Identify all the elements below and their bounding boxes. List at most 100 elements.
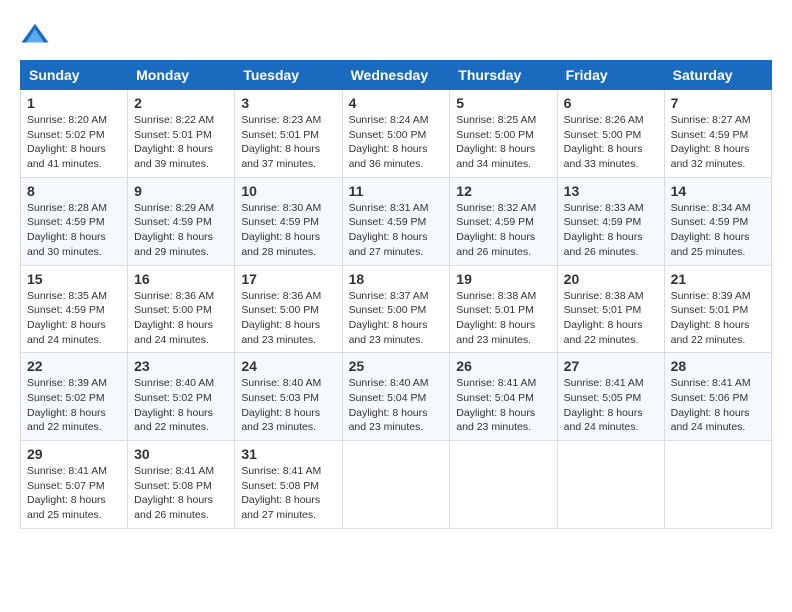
calendar-cell: 7 Sunrise: 8:27 AMSunset: 4:59 PMDayligh… [664, 90, 771, 178]
calendar-cell: 10 Sunrise: 8:30 AMSunset: 4:59 PMDaylig… [235, 177, 342, 265]
header [20, 20, 772, 50]
day-info: Sunrise: 8:29 AMSunset: 4:59 PMDaylight:… [134, 201, 228, 260]
day-number: 18 [349, 271, 444, 287]
calendar-cell: 12 Sunrise: 8:32 AMSunset: 4:59 PMDaylig… [450, 177, 557, 265]
day-info: Sunrise: 8:41 AMSunset: 5:08 PMDaylight:… [241, 464, 335, 523]
calendar-cell: 17 Sunrise: 8:36 AMSunset: 5:00 PMDaylig… [235, 265, 342, 353]
day-number: 7 [671, 95, 765, 111]
calendar-cell: 25 Sunrise: 8:40 AMSunset: 5:04 PMDaylig… [342, 353, 450, 441]
day-info: Sunrise: 8:41 AMSunset: 5:04 PMDaylight:… [456, 376, 550, 435]
calendar-cell: 31 Sunrise: 8:41 AMSunset: 5:08 PMDaylig… [235, 441, 342, 529]
calendar-cell: 22 Sunrise: 8:39 AMSunset: 5:02 PMDaylig… [21, 353, 128, 441]
calendar-cell: 6 Sunrise: 8:26 AMSunset: 5:00 PMDayligh… [557, 90, 664, 178]
day-header-sunday: Sunday [21, 61, 128, 90]
day-info: Sunrise: 8:39 AMSunset: 5:02 PMDaylight:… [27, 376, 121, 435]
day-number: 26 [456, 358, 550, 374]
calendar-week-row: 8 Sunrise: 8:28 AMSunset: 4:59 PMDayligh… [21, 177, 772, 265]
day-header-thursday: Thursday [450, 61, 557, 90]
day-info: Sunrise: 8:40 AMSunset: 5:04 PMDaylight:… [349, 376, 444, 435]
day-number: 2 [134, 95, 228, 111]
day-info: Sunrise: 8:36 AMSunset: 5:00 PMDaylight:… [241, 289, 335, 348]
calendar-cell [450, 441, 557, 529]
day-number: 29 [27, 446, 121, 462]
day-info: Sunrise: 8:41 AMSunset: 5:08 PMDaylight:… [134, 464, 228, 523]
calendar-week-row: 15 Sunrise: 8:35 AMSunset: 4:59 PMDaylig… [21, 265, 772, 353]
day-header-tuesday: Tuesday [235, 61, 342, 90]
logo [20, 20, 54, 50]
day-info: Sunrise: 8:38 AMSunset: 5:01 PMDaylight:… [456, 289, 550, 348]
day-number: 9 [134, 183, 228, 199]
calendar-cell: 11 Sunrise: 8:31 AMSunset: 4:59 PMDaylig… [342, 177, 450, 265]
calendar-header-row: SundayMondayTuesdayWednesdayThursdayFrid… [21, 61, 772, 90]
calendar-cell: 30 Sunrise: 8:41 AMSunset: 5:08 PMDaylig… [128, 441, 235, 529]
calendar-cell: 5 Sunrise: 8:25 AMSunset: 5:00 PMDayligh… [450, 90, 557, 178]
day-number: 8 [27, 183, 121, 199]
day-info: Sunrise: 8:41 AMSunset: 5:05 PMDaylight:… [564, 376, 658, 435]
day-info: Sunrise: 8:23 AMSunset: 5:01 PMDaylight:… [241, 113, 335, 172]
calendar-cell: 16 Sunrise: 8:36 AMSunset: 5:00 PMDaylig… [128, 265, 235, 353]
logo-icon [20, 20, 50, 50]
day-info: Sunrise: 8:30 AMSunset: 4:59 PMDaylight:… [241, 201, 335, 260]
day-info: Sunrise: 8:32 AMSunset: 4:59 PMDaylight:… [456, 201, 550, 260]
calendar-cell: 23 Sunrise: 8:40 AMSunset: 5:02 PMDaylig… [128, 353, 235, 441]
day-info: Sunrise: 8:41 AMSunset: 5:06 PMDaylight:… [671, 376, 765, 435]
day-number: 28 [671, 358, 765, 374]
day-number: 22 [27, 358, 121, 374]
calendar-cell: 24 Sunrise: 8:40 AMSunset: 5:03 PMDaylig… [235, 353, 342, 441]
day-number: 17 [241, 271, 335, 287]
day-number: 14 [671, 183, 765, 199]
day-number: 11 [349, 183, 444, 199]
day-info: Sunrise: 8:20 AMSunset: 5:02 PMDaylight:… [27, 113, 121, 172]
calendar-cell: 4 Sunrise: 8:24 AMSunset: 5:00 PMDayligh… [342, 90, 450, 178]
calendar-cell: 8 Sunrise: 8:28 AMSunset: 4:59 PMDayligh… [21, 177, 128, 265]
day-number: 6 [564, 95, 658, 111]
calendar-cell: 9 Sunrise: 8:29 AMSunset: 4:59 PMDayligh… [128, 177, 235, 265]
calendar-week-row: 29 Sunrise: 8:41 AMSunset: 5:07 PMDaylig… [21, 441, 772, 529]
calendar-cell [664, 441, 771, 529]
calendar-cell: 2 Sunrise: 8:22 AMSunset: 5:01 PMDayligh… [128, 90, 235, 178]
day-info: Sunrise: 8:24 AMSunset: 5:00 PMDaylight:… [349, 113, 444, 172]
day-number: 20 [564, 271, 658, 287]
day-header-friday: Friday [557, 61, 664, 90]
calendar-cell: 27 Sunrise: 8:41 AMSunset: 5:05 PMDaylig… [557, 353, 664, 441]
calendar-cell: 1 Sunrise: 8:20 AMSunset: 5:02 PMDayligh… [21, 90, 128, 178]
calendar-cell [342, 441, 450, 529]
day-number: 30 [134, 446, 228, 462]
day-info: Sunrise: 8:22 AMSunset: 5:01 PMDaylight:… [134, 113, 228, 172]
calendar-cell: 13 Sunrise: 8:33 AMSunset: 4:59 PMDaylig… [557, 177, 664, 265]
day-number: 15 [27, 271, 121, 287]
day-number: 3 [241, 95, 335, 111]
day-number: 5 [456, 95, 550, 111]
day-info: Sunrise: 8:26 AMSunset: 5:00 PMDaylight:… [564, 113, 658, 172]
day-info: Sunrise: 8:25 AMSunset: 5:00 PMDaylight:… [456, 113, 550, 172]
day-info: Sunrise: 8:36 AMSunset: 5:00 PMDaylight:… [134, 289, 228, 348]
day-info: Sunrise: 8:28 AMSunset: 4:59 PMDaylight:… [27, 201, 121, 260]
day-number: 24 [241, 358, 335, 374]
day-number: 19 [456, 271, 550, 287]
day-header-wednesday: Wednesday [342, 61, 450, 90]
day-header-monday: Monday [128, 61, 235, 90]
day-info: Sunrise: 8:41 AMSunset: 5:07 PMDaylight:… [27, 464, 121, 523]
day-number: 21 [671, 271, 765, 287]
day-info: Sunrise: 8:40 AMSunset: 5:02 PMDaylight:… [134, 376, 228, 435]
day-info: Sunrise: 8:35 AMSunset: 4:59 PMDaylight:… [27, 289, 121, 348]
day-number: 12 [456, 183, 550, 199]
day-info: Sunrise: 8:40 AMSunset: 5:03 PMDaylight:… [241, 376, 335, 435]
calendar-table: SundayMondayTuesdayWednesdayThursdayFrid… [20, 60, 772, 529]
day-info: Sunrise: 8:38 AMSunset: 5:01 PMDaylight:… [564, 289, 658, 348]
day-number: 13 [564, 183, 658, 199]
day-info: Sunrise: 8:33 AMSunset: 4:59 PMDaylight:… [564, 201, 658, 260]
day-number: 23 [134, 358, 228, 374]
calendar-cell: 28 Sunrise: 8:41 AMSunset: 5:06 PMDaylig… [664, 353, 771, 441]
day-number: 4 [349, 95, 444, 111]
day-number: 10 [241, 183, 335, 199]
day-number: 31 [241, 446, 335, 462]
day-info: Sunrise: 8:39 AMSunset: 5:01 PMDaylight:… [671, 289, 765, 348]
day-number: 27 [564, 358, 658, 374]
calendar-cell [557, 441, 664, 529]
calendar-cell: 3 Sunrise: 8:23 AMSunset: 5:01 PMDayligh… [235, 90, 342, 178]
day-info: Sunrise: 8:34 AMSunset: 4:59 PMDaylight:… [671, 201, 765, 260]
calendar-week-row: 22 Sunrise: 8:39 AMSunset: 5:02 PMDaylig… [21, 353, 772, 441]
day-number: 25 [349, 358, 444, 374]
day-header-saturday: Saturday [664, 61, 771, 90]
